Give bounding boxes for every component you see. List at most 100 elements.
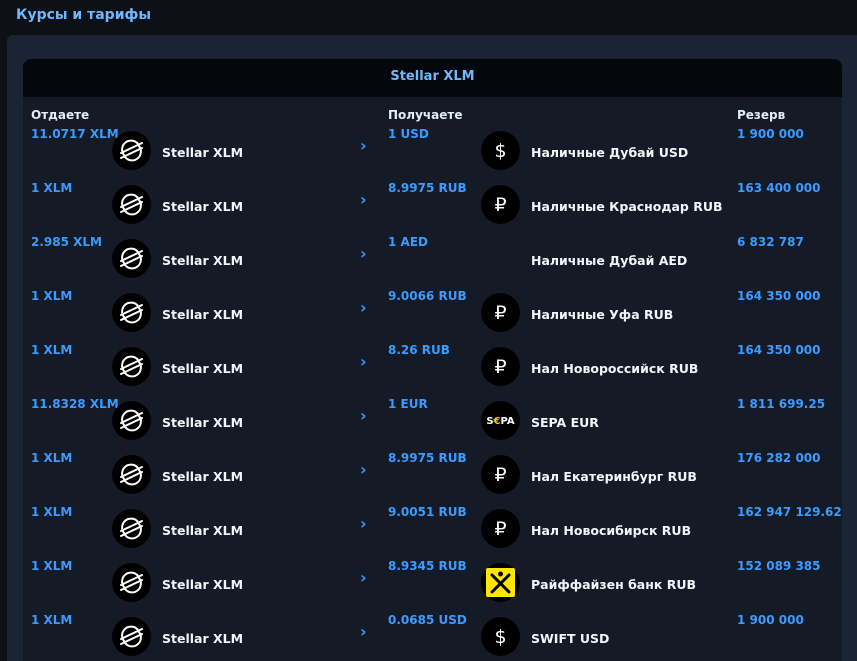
ruble-icon: ₽: [481, 185, 520, 224]
chevron-right-icon[interactable]: ›: [360, 136, 367, 155]
sepa-icon: S€PA: [481, 401, 520, 440]
column-header-get: Получаете: [388, 108, 463, 122]
reserve-amount: 163 400 000: [737, 181, 821, 195]
rate-row[interactable]: 1 XLM Stellar XLM › 8.26 RUB ₽ Нал Новороссий…: [23, 343, 842, 397]
give-currency-name: Stellar XLM: [162, 415, 244, 430]
give-currency-name: Stellar XLM: [162, 361, 244, 376]
rate-row[interactable]: 1 XLM Stellar XLM › 0.0685 USD $ SWIFT USD 1 9…: [23, 613, 842, 661]
give-amount: 2.985 XLM: [31, 235, 102, 249]
get-amount: 1 EUR: [388, 397, 428, 411]
stellar-icon: [112, 455, 151, 494]
get-amount: 8.9975 RUB: [388, 181, 467, 195]
svg-text:$: $: [494, 626, 506, 648]
dollar-icon: $: [481, 617, 520, 656]
chevron-right-icon[interactable]: ›: [360, 514, 367, 533]
card-title: Stellar XLM: [390, 69, 475, 84]
rate-row[interactable]: 1 XLM Stellar XLM › 8.9975 RUB ₽ Нал Екатерин…: [23, 451, 842, 505]
give-currency-name: Stellar XLM: [162, 199, 244, 214]
stellar-icon: [112, 239, 151, 278]
give-currency-name: Stellar XLM: [162, 577, 244, 592]
give-amount: 1 XLM: [31, 181, 73, 195]
get-amount: 1 USD: [388, 127, 429, 141]
stellar-icon: [112, 347, 151, 386]
give-currency-name: Stellar XLM: [162, 307, 244, 322]
reserve-amount: 162 947 129.62: [737, 505, 842, 519]
rate-row[interactable]: 11.8328 XLM Stellar XLM › 1 EUR S€PA SEPA EUR…: [23, 397, 842, 451]
get-amount: 8.9975 RUB: [388, 451, 467, 465]
reserve-amount: 1 900 000: [737, 613, 804, 627]
give-currency-name: Stellar XLM: [162, 631, 244, 646]
give-amount: 11.8328 XLM: [31, 397, 119, 411]
svg-text:$: $: [494, 140, 506, 162]
get-currency-name: SEPA EUR: [531, 415, 599, 430]
svg-text:₽: ₽: [494, 464, 506, 486]
give-amount: 1 XLM: [31, 289, 73, 303]
get-amount: 9.0051 RUB: [388, 505, 467, 519]
reserve-amount: 1 900 000: [737, 127, 804, 141]
ruble-icon: ₽: [481, 347, 520, 386]
svg-text:₽: ₽: [494, 518, 506, 540]
stellar-icon: [112, 401, 151, 440]
get-currency-name: Наличные Краснодар RUB: [531, 199, 723, 214]
rate-row[interactable]: 2.985 XLM Stellar XLM › 1 AED Наличные Дубай…: [23, 235, 842, 289]
rate-row[interactable]: 1 XLM Stellar XLM › 9.0051 RUB ₽ Нал Новосиби…: [23, 505, 842, 559]
get-currency-name: SWIFT USD: [531, 631, 610, 646]
stellar-icon: [112, 185, 151, 224]
give-amount: 1 XLM: [31, 559, 73, 573]
rate-row[interactable]: 1 XLM Stellar XLM › 8.9345 RUB Райффайзен ба…: [23, 559, 842, 613]
give-amount: 1 XLM: [31, 343, 73, 357]
give-currency-name: Stellar XLM: [162, 523, 244, 538]
get-amount: 8.26 RUB: [388, 343, 450, 357]
reserve-amount: 164 350 000: [737, 343, 821, 357]
reserve-amount: 6 832 787: [737, 235, 804, 249]
stellar-icon: [112, 617, 151, 656]
rate-row[interactable]: 1 XLM Stellar XLM › 8.9975 RUB ₽ Наличные Кра…: [23, 181, 842, 235]
get-currency-name: Нал Новороссийск RUB: [531, 361, 699, 376]
svg-text:S€PA: S€PA: [486, 416, 515, 427]
get-currency-name: Наличные Дубай USD: [531, 145, 689, 160]
chevron-right-icon[interactable]: ›: [360, 568, 367, 587]
chevron-right-icon[interactable]: ›: [360, 406, 367, 425]
svg-text:₽: ₽: [494, 302, 506, 324]
page-title: Курсы и тарифы: [16, 7, 152, 23]
ruble-icon: ₽: [481, 455, 520, 494]
give-currency-name: Stellar XLM: [162, 145, 244, 160]
column-header-reserve: Резерв: [737, 108, 786, 122]
get-currency-name: Райффайзен банк RUB: [531, 577, 697, 592]
svg-text:₽: ₽: [494, 356, 506, 378]
rate-row[interactable]: 11.0717 XLM Stellar XLM › 1 USD $ Наличные Ду…: [23, 127, 842, 181]
reserve-amount: 164 350 000: [737, 289, 821, 303]
get-amount: 0.0685 USD: [388, 613, 467, 627]
chevron-right-icon[interactable]: ›: [360, 460, 367, 479]
ruble-icon: ₽: [481, 509, 520, 548]
give-amount: 1 XLM: [31, 613, 73, 627]
give-currency-name: Stellar XLM: [162, 469, 244, 484]
give-amount: 11.0717 XLM: [31, 127, 119, 141]
rates-card: Stellar XLM Отдаете Получаете Резерв 11.…: [23, 59, 842, 661]
get-amount: 9.0066 RUB: [388, 289, 467, 303]
raiffeisen-icon: [481, 563, 520, 602]
svg-text:₽: ₽: [494, 194, 506, 216]
chevron-right-icon[interactable]: ›: [360, 352, 367, 371]
give-amount: 1 XLM: [31, 451, 73, 465]
top-bar: Курсы и тарифы: [0, 0, 857, 35]
get-currency-name: Наличные Дубай AED: [531, 253, 688, 268]
column-header-give: Отдаете: [31, 108, 90, 122]
chevron-right-icon[interactable]: ›: [360, 622, 367, 641]
chevron-right-icon[interactable]: ›: [360, 244, 367, 263]
chevron-right-icon[interactable]: ›: [360, 190, 367, 209]
get-currency-name: Нал Новосибирск RUB: [531, 523, 692, 538]
get-currency-name: Наличные Уфа RUB: [531, 307, 674, 322]
stellar-icon: [112, 563, 151, 602]
dollar-icon: $: [481, 131, 520, 170]
give-currency-name: Stellar XLM: [162, 253, 244, 268]
get-currency-name: Нал Екатеринбург RUB: [531, 469, 697, 484]
card-header: Stellar XLM: [23, 59, 842, 97]
reserve-amount: 176 282 000: [737, 451, 821, 465]
chevron-right-icon[interactable]: ›: [360, 298, 367, 317]
ruble-icon: ₽: [481, 293, 520, 332]
stellar-icon: [112, 509, 151, 548]
rate-row[interactable]: 1 XLM Stellar XLM › 9.0066 RUB ₽ Наличные Уфа…: [23, 289, 842, 343]
get-amount: 1 AED: [388, 235, 428, 249]
get-amount: 8.9345 RUB: [388, 559, 467, 573]
